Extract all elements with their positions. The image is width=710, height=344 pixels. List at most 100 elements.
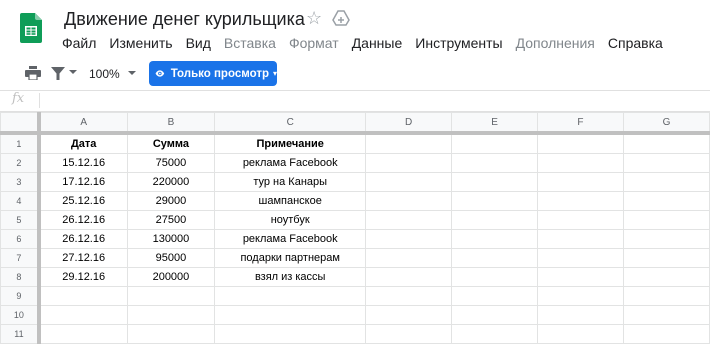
cell-f4[interactable] bbox=[537, 191, 624, 211]
cell-g9[interactable] bbox=[622, 286, 710, 306]
cell-e3[interactable] bbox=[451, 172, 539, 192]
row-header[interactable]: 6 bbox=[0, 229, 41, 249]
cell-e8[interactable] bbox=[451, 267, 539, 287]
cell-a9[interactable] bbox=[38, 286, 128, 306]
cell-e4[interactable] bbox=[451, 191, 539, 211]
cell-a7[interactable]: 27.12.16 bbox=[38, 248, 128, 268]
zoom-dropdown-icon[interactable] bbox=[128, 71, 136, 75]
cell-d10[interactable] bbox=[365, 305, 453, 325]
row-header[interactable]: 11 bbox=[0, 324, 41, 344]
cell-g8[interactable] bbox=[622, 267, 710, 287]
cell-d9[interactable] bbox=[365, 286, 453, 306]
cell-f9[interactable] bbox=[537, 286, 624, 306]
cell-c9[interactable] bbox=[214, 286, 367, 306]
menu-format[interactable]: Формат bbox=[289, 34, 339, 52]
document-title[interactable]: Движение денег курильщика bbox=[64, 9, 305, 30]
column-header-d[interactable]: D bbox=[365, 112, 453, 135]
cell-a3[interactable]: 17.12.16 bbox=[38, 172, 128, 192]
print-icon[interactable] bbox=[25, 66, 41, 80]
cell-g1[interactable] bbox=[622, 132, 710, 154]
formula-bar[interactable] bbox=[0, 90, 710, 112]
cell-g4[interactable] bbox=[622, 191, 710, 211]
cell-b8[interactable]: 200000 bbox=[126, 267, 216, 287]
cell-c11[interactable] bbox=[214, 324, 367, 344]
column-header-e[interactable]: E bbox=[451, 112, 539, 135]
cell-d6[interactable] bbox=[365, 229, 453, 249]
cell-e1[interactable] bbox=[451, 132, 539, 154]
row-header[interactable]: 7 bbox=[0, 248, 41, 268]
cell-d5[interactable] bbox=[365, 210, 453, 230]
cell-c3[interactable]: тур на Канары bbox=[214, 172, 367, 192]
cell-b2[interactable]: 75000 bbox=[126, 153, 216, 173]
cell-b5[interactable]: 27500 bbox=[126, 210, 216, 230]
column-header-c[interactable]: C bbox=[214, 112, 367, 135]
cell-b4[interactable]: 29000 bbox=[126, 191, 216, 211]
column-header-b[interactable]: B bbox=[126, 112, 216, 135]
cell-f6[interactable] bbox=[537, 229, 624, 249]
cell-g11[interactable] bbox=[622, 324, 710, 344]
cell-e11[interactable] bbox=[451, 324, 539, 344]
row-header[interactable]: 1 bbox=[0, 132, 41, 154]
cell-a5[interactable]: 26.12.16 bbox=[38, 210, 128, 230]
cell-c6[interactable]: реклама Facebook bbox=[214, 229, 367, 249]
menu-insert[interactable]: Вставка bbox=[224, 34, 276, 52]
cell-f1[interactable] bbox=[537, 132, 624, 154]
menu-data[interactable]: Данные bbox=[352, 34, 403, 52]
cell-g6[interactable] bbox=[622, 229, 710, 249]
cell-d8[interactable] bbox=[365, 267, 453, 287]
cell-c5[interactable]: ноутбук bbox=[214, 210, 367, 230]
filter-dropdown-icon[interactable] bbox=[69, 70, 77, 74]
cell-g7[interactable] bbox=[622, 248, 710, 268]
cell-e10[interactable] bbox=[451, 305, 539, 325]
cell-f10[interactable] bbox=[537, 305, 624, 325]
cell-g10[interactable] bbox=[622, 305, 710, 325]
cell-b1[interactable]: Сумма bbox=[126, 132, 216, 154]
row-header[interactable]: 8 bbox=[0, 267, 41, 287]
cell-f11[interactable] bbox=[537, 324, 624, 344]
column-header-a[interactable]: A bbox=[38, 112, 128, 135]
column-header-g[interactable]: G bbox=[622, 112, 710, 135]
select-all-corner[interactable] bbox=[0, 112, 41, 135]
cell-g5[interactable] bbox=[622, 210, 710, 230]
row-header[interactable]: 9 bbox=[0, 286, 41, 306]
cell-e2[interactable] bbox=[451, 153, 539, 173]
cell-d11[interactable] bbox=[365, 324, 453, 344]
cell-f5[interactable] bbox=[537, 210, 624, 230]
cell-b10[interactable] bbox=[126, 305, 216, 325]
cell-a8[interactable]: 29.12.16 bbox=[38, 267, 128, 287]
cell-b11[interactable] bbox=[126, 324, 216, 344]
filter-icon[interactable] bbox=[51, 67, 65, 80]
row-header[interactable]: 10 bbox=[0, 305, 41, 325]
cell-b7[interactable]: 95000 bbox=[126, 248, 216, 268]
cell-a6[interactable]: 26.12.16 bbox=[38, 229, 128, 249]
cell-f3[interactable] bbox=[537, 172, 624, 192]
cell-f8[interactable] bbox=[537, 267, 624, 287]
move-to-drive-icon[interactable] bbox=[332, 9, 350, 27]
cell-a4[interactable]: 25.12.16 bbox=[38, 191, 128, 211]
menu-edit[interactable]: Изменить bbox=[109, 34, 172, 52]
star-icon[interactable]: ☆ bbox=[306, 7, 322, 29]
menu-file[interactable]: Файл bbox=[62, 34, 96, 52]
cell-e9[interactable] bbox=[451, 286, 539, 306]
cell-b9[interactable] bbox=[126, 286, 216, 306]
cell-d2[interactable] bbox=[365, 153, 453, 173]
cell-e5[interactable] bbox=[451, 210, 539, 230]
menu-tools[interactable]: Инструменты bbox=[415, 34, 502, 52]
row-header[interactable]: 5 bbox=[0, 210, 41, 230]
menu-view[interactable]: Вид bbox=[186, 34, 211, 52]
cell-a2[interactable]: 15.12.16 bbox=[38, 153, 128, 173]
cell-c8[interactable]: взял из кассы bbox=[214, 267, 367, 287]
menu-help[interactable]: Справка bbox=[608, 34, 663, 52]
cell-g2[interactable] bbox=[622, 153, 710, 173]
cell-g3[interactable] bbox=[622, 172, 710, 192]
row-header[interactable]: 3 bbox=[0, 172, 41, 192]
cell-c10[interactable] bbox=[214, 305, 367, 325]
cell-c1[interactable]: Примечание bbox=[214, 132, 367, 154]
view-only-button[interactable]: Только просмотр ▾ bbox=[149, 61, 277, 86]
cell-c7[interactable]: подарки партнерам bbox=[214, 248, 367, 268]
cell-e6[interactable] bbox=[451, 229, 539, 249]
cell-b3[interactable]: 220000 bbox=[126, 172, 216, 192]
cell-b6[interactable]: 130000 bbox=[126, 229, 216, 249]
cell-a1[interactable]: Дата bbox=[38, 132, 128, 154]
cell-d3[interactable] bbox=[365, 172, 453, 192]
